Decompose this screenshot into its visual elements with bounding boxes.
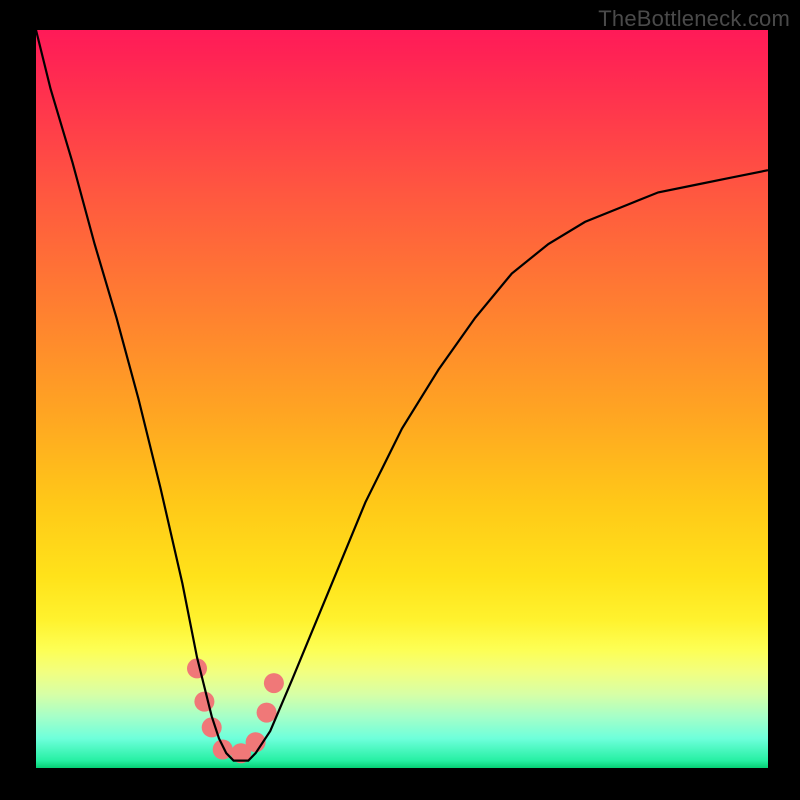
bottleneck-curve bbox=[36, 30, 768, 761]
watermark-text: TheBottleneck.com bbox=[598, 6, 790, 32]
curve-marker bbox=[194, 692, 214, 712]
curve-marker bbox=[257, 703, 277, 723]
chart-frame: TheBottleneck.com bbox=[0, 0, 800, 800]
chart-svg bbox=[0, 0, 800, 800]
curve-marker bbox=[264, 673, 284, 693]
